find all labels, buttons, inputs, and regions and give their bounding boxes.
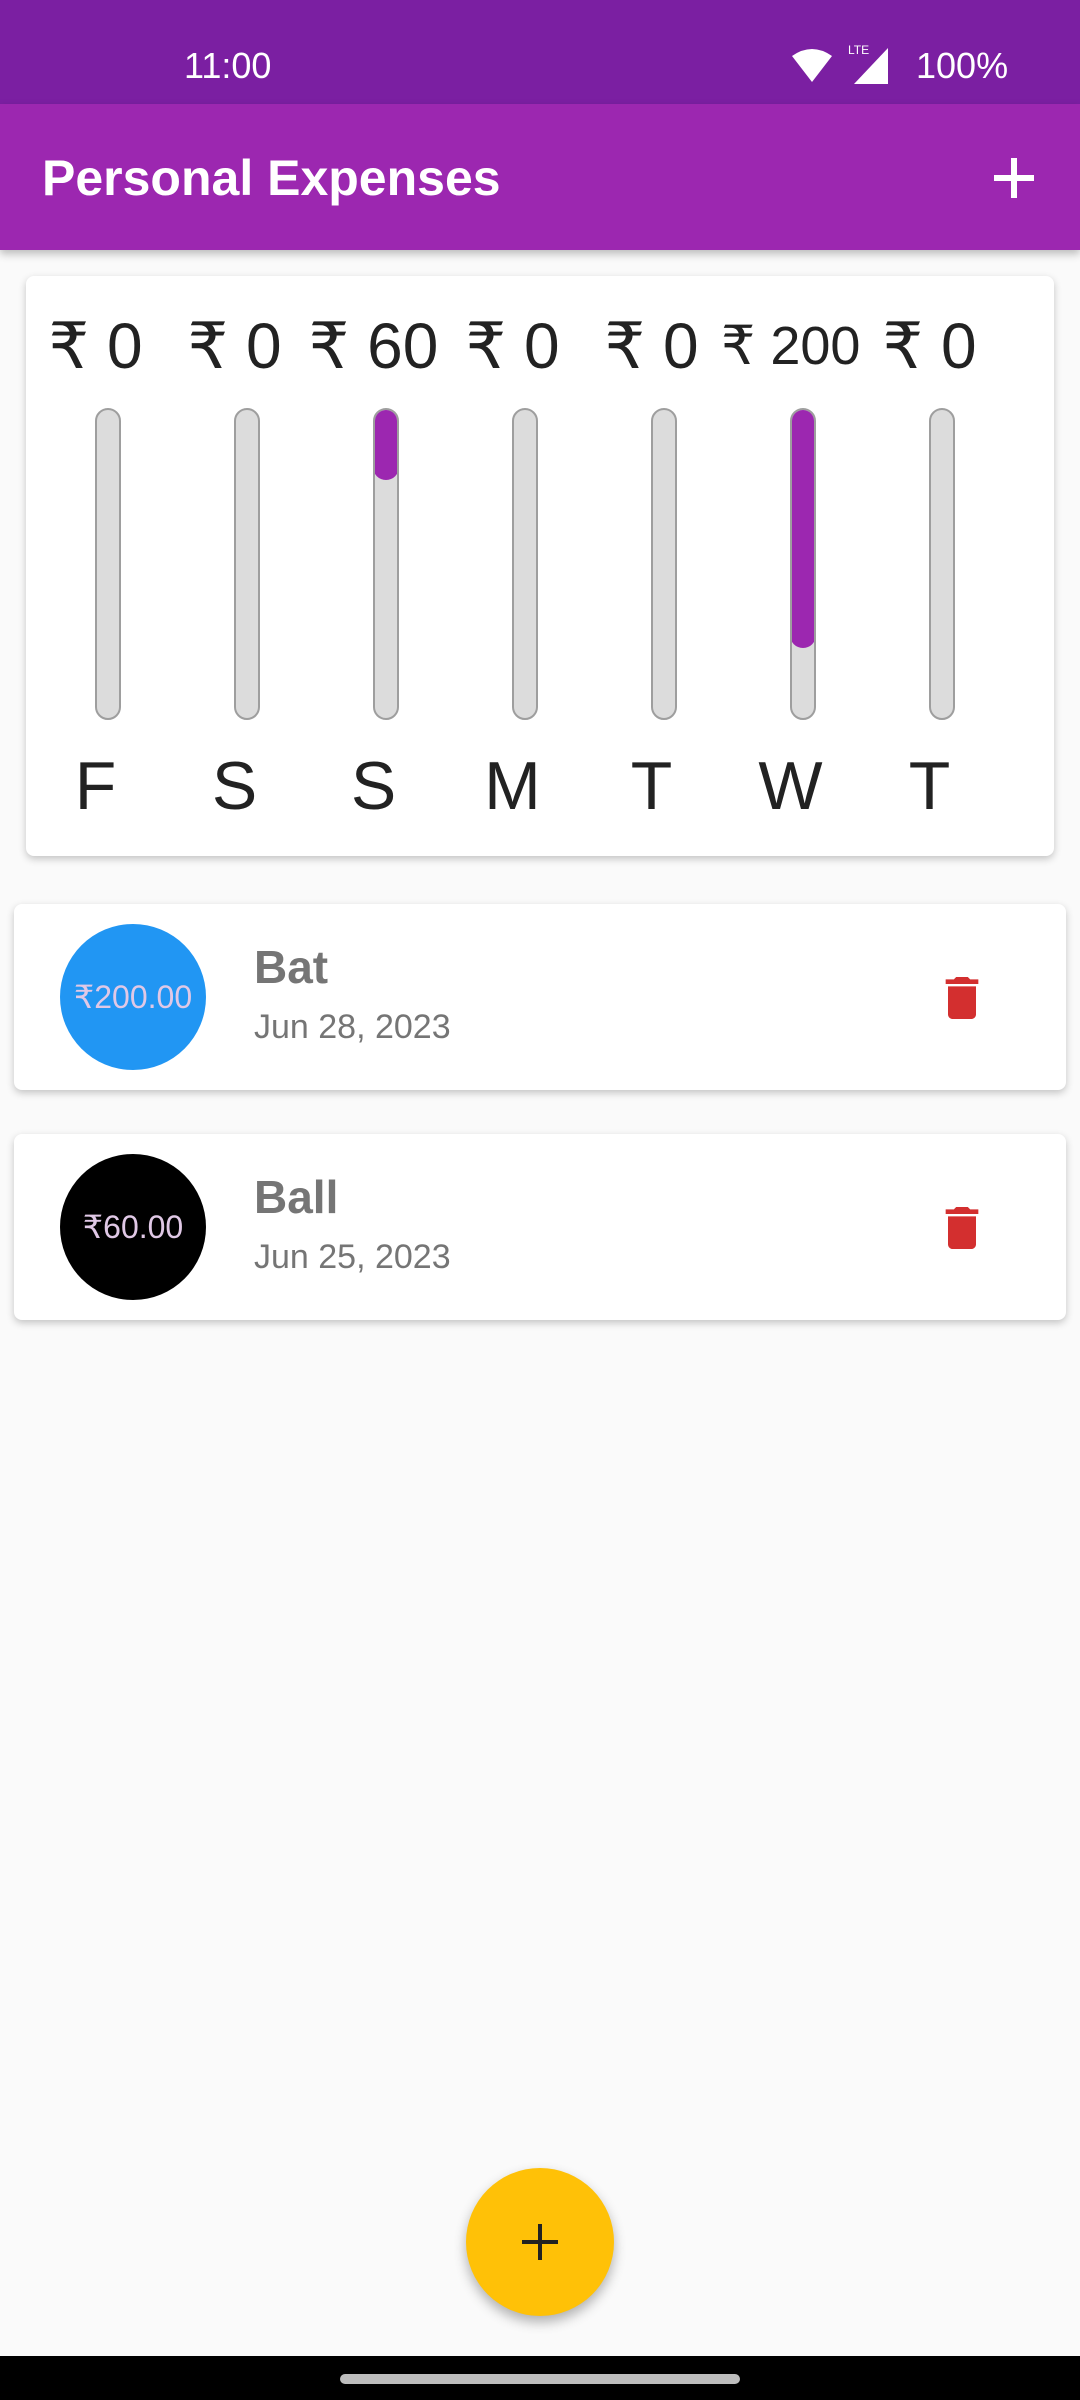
bar-amount: ₹ 0 bbox=[187, 310, 282, 382]
chart-bar-column: ₹ 60 S bbox=[304, 276, 443, 856]
status-time: 11:00 bbox=[184, 45, 272, 86]
chart-bar-column: ₹ 0 T bbox=[582, 276, 721, 856]
delete-icon[interactable] bbox=[934, 1200, 990, 1256]
bar-amount: ₹ 0 bbox=[604, 310, 699, 382]
bar-track bbox=[651, 408, 677, 720]
bar-amount: ₹ 0 bbox=[465, 310, 560, 382]
bar-track bbox=[234, 408, 260, 720]
bar-track bbox=[95, 408, 121, 720]
add-transaction-fab[interactable] bbox=[466, 2168, 614, 2316]
bar-day-label: T bbox=[908, 748, 951, 824]
chart-bar-column: ₹ 0 F bbox=[26, 276, 165, 856]
bar-day-label: W bbox=[758, 748, 823, 824]
page-title: Personal Expenses bbox=[42, 150, 501, 206]
transaction-date: Jun 25, 2023 bbox=[254, 1238, 451, 1276]
add-icon[interactable] bbox=[984, 148, 1044, 208]
bar-day-label: S bbox=[350, 748, 397, 824]
chart-bar-column: ₹ 0 S bbox=[165, 276, 304, 856]
bar-day-label: S bbox=[211, 748, 258, 824]
battery-percentage: 100% bbox=[916, 45, 1009, 86]
transaction-title: Ball bbox=[254, 1171, 339, 1223]
bar-track bbox=[929, 408, 955, 720]
transaction-card: ₹200.00 Bat Jun 28, 2023 bbox=[14, 904, 1066, 1090]
avatar-amount: ₹200.00 bbox=[73, 979, 193, 1015]
app-bar: Personal Expenses bbox=[0, 104, 1080, 250]
wifi-icon bbox=[792, 49, 832, 82]
chart-bar-column: ₹ 0 M bbox=[443, 276, 582, 856]
bar-fill bbox=[375, 410, 397, 480]
transaction-card: ₹60.00 Ball Jun 25, 2023 bbox=[14, 1134, 1066, 1320]
bar-amount: ₹ 60 bbox=[308, 310, 439, 382]
bar-fill bbox=[792, 410, 814, 649]
home-gesture-handle[interactable] bbox=[340, 2374, 740, 2384]
bar-amount: ₹ 0 bbox=[48, 310, 143, 382]
delete-icon[interactable] bbox=[934, 970, 990, 1026]
weekly-chart-card: ₹ 0 F ₹ 0 S ₹ 60 S ₹ 0 M ₹ 0 T ₹ 200 W ₹… bbox=[26, 276, 1054, 856]
bar-day-label: F bbox=[74, 748, 117, 824]
bar-amount: ₹ 0 bbox=[882, 310, 977, 382]
bar-day-label: T bbox=[630, 748, 673, 824]
bar-amount: ₹ 200 bbox=[721, 316, 861, 376]
bar-day-label: M bbox=[484, 748, 541, 824]
system-navigation-bar bbox=[0, 2356, 1080, 2400]
bar-track bbox=[512, 408, 538, 720]
bar-track bbox=[373, 408, 399, 720]
chart-bar-column: ₹ 200 W bbox=[721, 276, 860, 856]
lte-label: LTE bbox=[848, 43, 869, 57]
transaction-title: Bat bbox=[254, 941, 329, 993]
chart-bar-column: ₹ 0 T bbox=[860, 276, 999, 856]
signal-icon: LTE bbox=[848, 43, 888, 84]
status-bar: 11:00 LTE 100% bbox=[0, 0, 1080, 104]
avatar-amount: ₹60.00 bbox=[82, 1209, 184, 1245]
bar-track bbox=[790, 408, 816, 720]
amount-avatar: ₹60.00 bbox=[60, 1154, 206, 1300]
amount-avatar: ₹200.00 bbox=[60, 924, 206, 1070]
transaction-date: Jun 28, 2023 bbox=[254, 1008, 451, 1046]
add-icon bbox=[522, 2224, 558, 2260]
